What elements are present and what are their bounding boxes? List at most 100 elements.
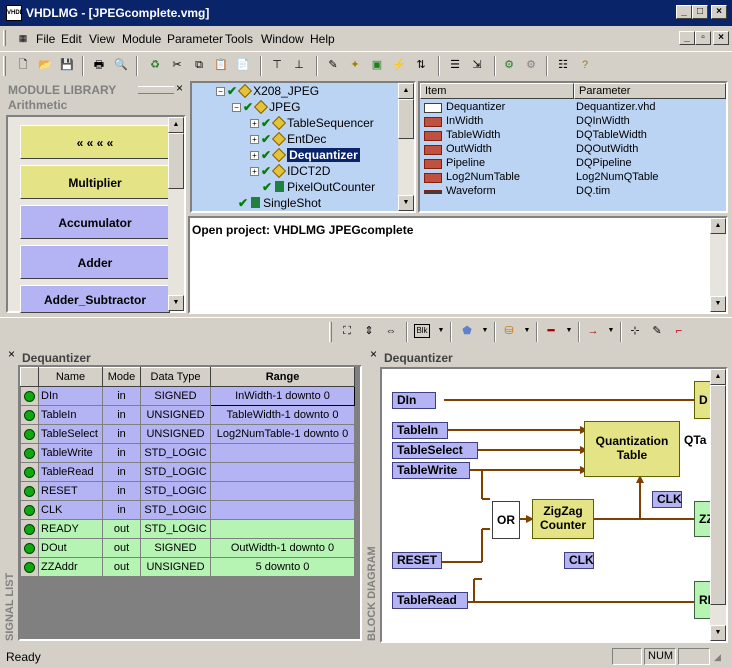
scroll-down-icon[interactable]: ▼ <box>398 195 414 211</box>
edit-module-icon[interactable]: ✎ <box>324 56 342 74</box>
port-tableread[interactable]: TableRead <box>392 592 468 609</box>
chevron-down-icon[interactable]: ▼ <box>432 322 450 340</box>
scroll-thumb[interactable] <box>168 133 184 189</box>
param-row[interactable]: Pipeline DQPipeline <box>420 157 726 171</box>
chevron-down-icon[interactable]: ▼ <box>476 322 494 340</box>
arrow-style-icon[interactable]: → <box>584 322 602 340</box>
tree-item[interactable]: − ✔ X208_JPEG <box>216 83 319 99</box>
table-row[interactable]: DIn in SIGNED InWidth-1 downto 0 <box>20 386 355 406</box>
tree-down-icon[interactable]: ⊥ <box>290 56 308 74</box>
menu-edit[interactable]: Edit <box>61 32 82 46</box>
add-module-icon[interactable]: ✦ <box>346 56 364 74</box>
add-signal-icon[interactable]: ⚡ <box>390 56 408 74</box>
step-line-icon[interactable]: ⌐ <box>670 322 688 340</box>
port-tableselect[interactable]: TableSelect <box>392 442 478 459</box>
or-gate-block[interactable]: OR <box>492 501 520 539</box>
paste-special-icon[interactable]: 📄 <box>234 56 252 74</box>
table-row[interactable]: CLK in STD_LOGIC <box>20 500 355 520</box>
menu-module[interactable]: Module <box>122 32 161 46</box>
list-view-icon[interactable]: ☷ <box>554 56 572 74</box>
help-icon[interactable]: ? <box>576 56 594 74</box>
menu-file[interactable]: File <box>36 32 55 46</box>
menu-view[interactable]: View <box>89 32 115 46</box>
print-preview-icon[interactable]: 🔍 <box>112 56 130 74</box>
minimize-button[interactable]: _ <box>676 5 692 19</box>
stack-icon[interactable]: ☰ <box>446 56 464 74</box>
tree-item[interactable]: − ✔ JPEG <box>232 99 300 115</box>
scroll-thumb[interactable] <box>710 385 726 605</box>
tree-item[interactable]: ✔ PixelOutCounter <box>262 180 375 194</box>
module-adder-subtractor[interactable]: Adder_Subtractor <box>20 285 170 313</box>
clk-port-1[interactable]: CLK <box>652 491 682 508</box>
col-parameter-header[interactable]: Parameter <box>574 83 726 99</box>
pencil-icon[interactable]: ✎ <box>648 322 666 340</box>
param-row[interactable]: TableWidth DQTableWidth <box>420 129 726 143</box>
table-row[interactable]: ZZAddr out UNSIGNED 5 downto 0 <box>20 557 355 577</box>
maximize-button[interactable]: □ <box>692 5 708 19</box>
port-reset[interactable]: RESET <box>392 552 442 569</box>
table-row[interactable]: TableSelect in UNSIGNED Log2NumTable-1 down… <box>20 424 355 444</box>
chevron-down-icon[interactable]: ▼ <box>602 322 620 340</box>
output-scrollbar[interactable]: ▲ ▼ <box>710 218 726 312</box>
tree-item[interactable]: + ✔ TableSequencer <box>250 115 374 131</box>
port-din[interactable]: DIn <box>392 392 436 409</box>
menu-tools[interactable]: Tools <box>225 32 253 46</box>
fill-color-icon[interactable]: ⛁ <box>500 322 518 340</box>
zoom-fit-icon[interactable]: ⛶ <box>338 322 356 340</box>
recycle-icon[interactable]: ♻ <box>146 56 164 74</box>
table-row[interactable]: DOut out SIGNED OutWidth-1 downto 0 <box>20 538 355 558</box>
module-multiplier[interactable]: Multiplier <box>20 165 170 199</box>
mdi-close-button[interactable]: × <box>713 31 729 45</box>
mdi-restore-button[interactable]: ▫ <box>695 31 711 45</box>
col-mode[interactable]: Mode <box>102 367 141 387</box>
tree-item[interactable]: ✔ SingleShot <box>238 196 321 210</box>
param-row[interactable]: Log2NumTable Log2NumQTable <box>420 171 726 185</box>
generate-icon[interactable]: ⚙ <box>500 56 518 74</box>
resize-grip-icon[interactable]: ◢ <box>714 652 728 666</box>
line-color-icon[interactable]: ━ <box>542 322 560 340</box>
table-row[interactable]: READY out STD_LOGIC <box>20 519 355 539</box>
simulate-icon[interactable]: ⚙ <box>522 56 540 74</box>
quantization-table-block[interactable]: Quantization Table <box>584 421 680 477</box>
param-row[interactable]: OutWidth DQOutWidth <box>420 143 726 157</box>
clk-port-2[interactable]: CLK <box>564 552 594 569</box>
chevron-down-icon[interactable]: ▼ <box>518 322 536 340</box>
table-row[interactable]: RESET in STD_LOGIC <box>20 481 355 501</box>
module-library-close-icon[interactable]: × <box>176 81 183 95</box>
param-row[interactable]: Dequantizer Dequantizer.vhd <box>420 101 726 115</box>
menu-help[interactable]: Help <box>310 32 335 46</box>
zoom-width-icon[interactable]: ⇔ <box>382 322 400 340</box>
scroll-up-icon[interactable]: ▲ <box>168 117 184 133</box>
menu-parameter[interactable]: Parameter <box>167 32 223 46</box>
scroll-down-icon[interactable]: ▼ <box>710 625 726 641</box>
port-tablewrite[interactable]: TableWrite <box>392 462 470 479</box>
table-row[interactable]: TableWrite in STD_LOGIC <box>20 443 355 463</box>
scroll-down-icon[interactable]: ▼ <box>168 295 184 311</box>
block-diagram-close-icon[interactable]: × <box>370 347 377 361</box>
col-item-header[interactable]: Item <box>420 83 574 99</box>
tree-up-icon[interactable]: ⊤ <box>268 56 286 74</box>
new-file-icon[interactable]: 🗋 <box>14 56 32 74</box>
scroll-down-icon[interactable]: ▼ <box>710 296 726 312</box>
param-row[interactable]: InWidth DQInWidth <box>420 115 726 129</box>
scroll-up-icon[interactable]: ▲ <box>710 369 726 385</box>
tree-item[interactable]: + ✔ EntDec <box>250 131 326 147</box>
print-icon[interactable]: 🖶 <box>90 56 108 74</box>
tree-scrollbar[interactable]: ▲ ▼ <box>398 83 414 211</box>
paste-icon[interactable]: 📋 <box>212 56 230 74</box>
add-package-icon[interactable]: ▣ <box>368 56 386 74</box>
scroll-up-icon[interactable]: ▲ <box>398 83 414 99</box>
table-row[interactable]: TableRead in STD_LOGIC <box>20 462 355 482</box>
zoom-height-icon[interactable]: ⇕ <box>360 322 378 340</box>
zigzag-counter-block[interactable]: ZigZag Counter <box>532 499 594 539</box>
diagram-scrollbar[interactable]: ▲ ▼ <box>710 369 726 641</box>
connect-icon[interactable]: ⊹ <box>626 322 644 340</box>
module-adder[interactable]: Adder <box>20 245 170 279</box>
col-name[interactable]: Name <box>38 367 103 387</box>
port-tablein[interactable]: TableIn <box>392 422 448 439</box>
chevron-down-icon[interactable]: ▼ <box>560 322 578 340</box>
signal-list-close-icon[interactable]: × <box>8 347 15 361</box>
scroll-up-icon[interactable]: ▲ <box>710 218 726 234</box>
open-folder-icon[interactable]: 📂 <box>36 56 54 74</box>
module-item[interactable]: « « « « <box>20 125 170 159</box>
